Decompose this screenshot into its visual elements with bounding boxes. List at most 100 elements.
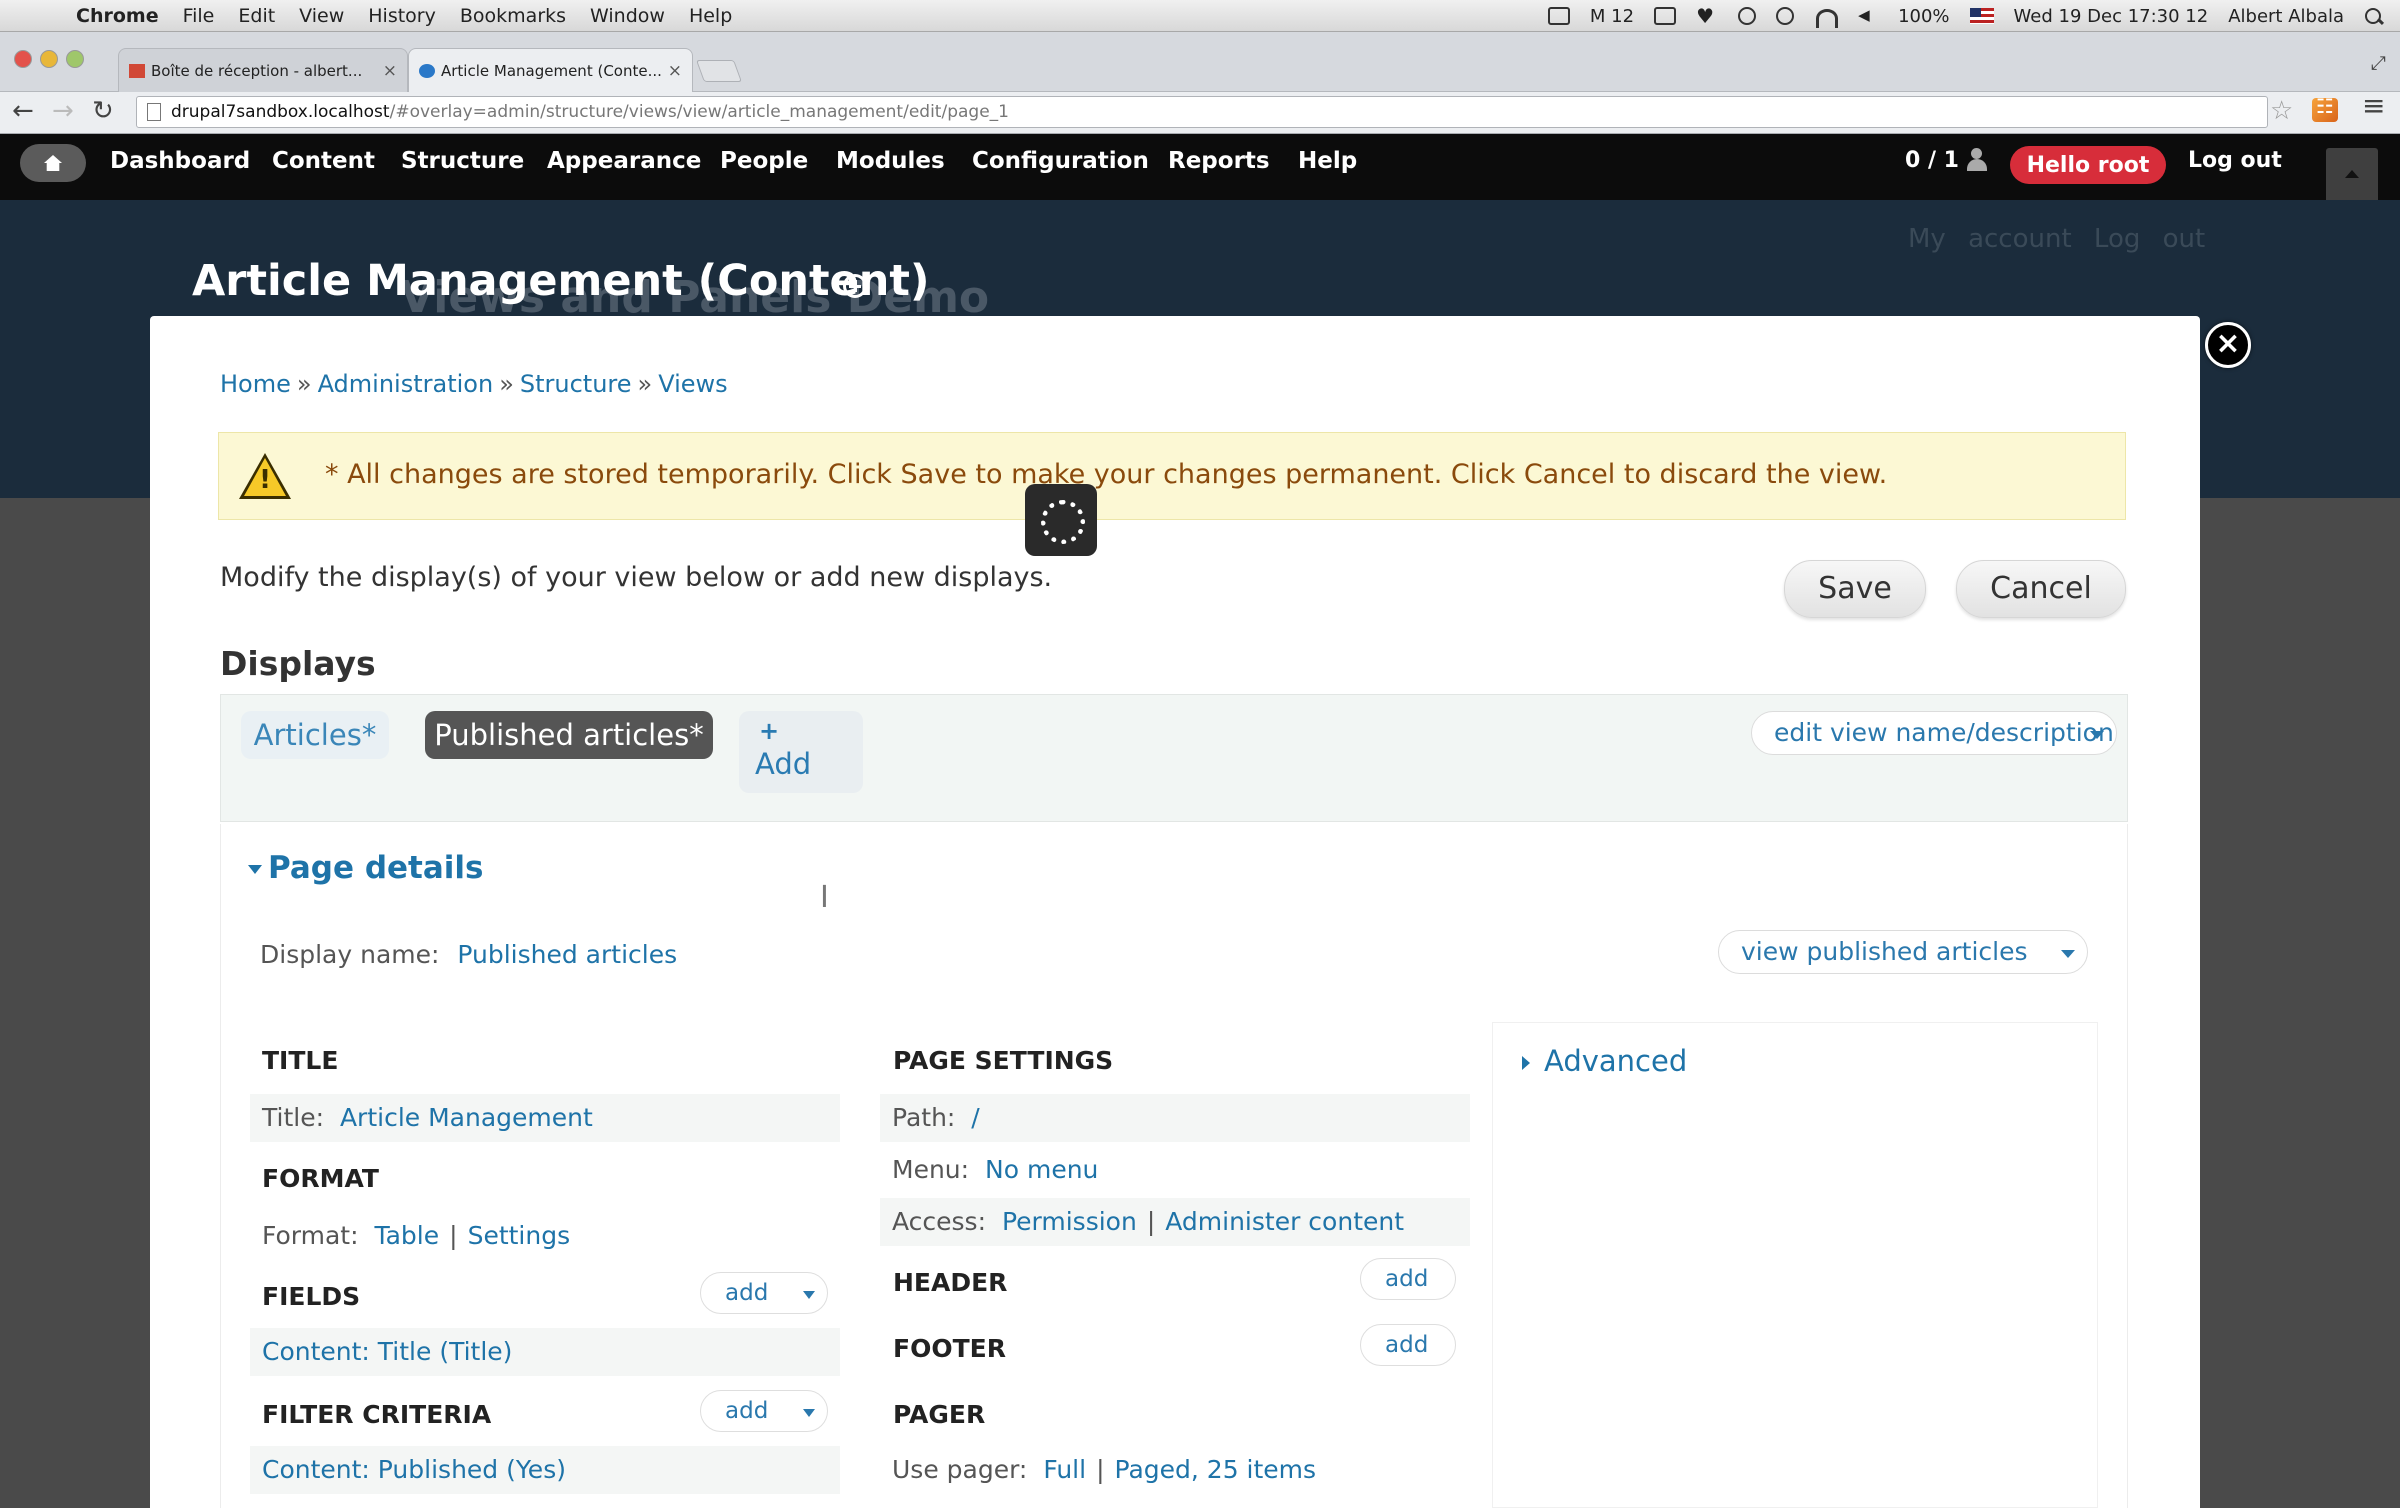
toolbar-configuration[interactable]: Configuration bbox=[972, 148, 1149, 174]
shortcut-count[interactable]: 0 / 1 bbox=[1905, 148, 1959, 173]
format-settings-link[interactable]: Settings bbox=[468, 1221, 571, 1250]
screen-recorder-icon[interactable] bbox=[1547, 7, 1570, 25]
cancel-button[interactable]: Cancel bbox=[1956, 560, 2126, 618]
rss-extension-icon[interactable] bbox=[2312, 94, 2338, 122]
add-display-button[interactable]: + Add bbox=[739, 711, 863, 793]
toolbar-logout[interactable]: Log out bbox=[2188, 148, 2282, 173]
address-bar[interactable]: drupal7sandbox.localhost/#overlay=admin/… bbox=[136, 96, 2268, 128]
fields-row: Content: Title (Title) bbox=[250, 1328, 840, 1376]
title-link[interactable]: Article Management bbox=[340, 1103, 593, 1132]
toolbar-modules[interactable]: Modules bbox=[836, 148, 945, 174]
window-minimize-icon[interactable] bbox=[40, 50, 58, 68]
bluetooth-icon[interactable] bbox=[1776, 7, 1795, 25]
advanced-toggle[interactable]: Advanced bbox=[1522, 1044, 1687, 1078]
displays-heading: Displays bbox=[220, 644, 376, 683]
back-icon[interactable]: ← bbox=[12, 96, 34, 126]
toolbar-help[interactable]: Help bbox=[1298, 148, 1357, 174]
users-online-icon bbox=[1967, 148, 1995, 174]
page-settings-section-heading: PAGE SETTINGS bbox=[893, 1046, 1114, 1075]
grid-icon[interactable] bbox=[1654, 7, 1677, 25]
header-add-label: add bbox=[1385, 1266, 1429, 1292]
toolbar-dashboard[interactable]: Dashboard bbox=[110, 148, 250, 174]
page-details-toggle[interactable]: Page details bbox=[248, 850, 483, 886]
view-published-articles-dropdown[interactable]: view published articles bbox=[1718, 930, 2088, 974]
bookmark-star-icon[interactable]: ☆ bbox=[2270, 96, 2293, 126]
volume-icon[interactable] bbox=[1856, 6, 1878, 25]
toolbar-people[interactable]: People bbox=[720, 148, 808, 174]
edit-view-name-dropdown[interactable]: edit view name/description bbox=[1751, 711, 2117, 755]
heart-icon[interactable] bbox=[1696, 4, 1718, 28]
display-tab-articles[interactable]: Articles* bbox=[241, 711, 389, 759]
warning-icon bbox=[239, 453, 291, 499]
breadcrumb-administration[interactable]: Administration bbox=[318, 370, 494, 398]
chrome-menu-icon[interactable] bbox=[2362, 89, 2385, 122]
fields-add-label: add bbox=[725, 1280, 769, 1306]
title-section-heading: TITLE bbox=[262, 1046, 339, 1075]
menu-user[interactable]: Albert Albala bbox=[2228, 6, 2344, 27]
pager-full-link[interactable]: Full bbox=[1043, 1455, 1086, 1484]
menu-clock[interactable]: Wed 19 Dec 17:30 12 bbox=[2014, 6, 2209, 27]
menu-help[interactable]: Help bbox=[689, 5, 732, 27]
filter-content-published-link[interactable]: Content: Published (Yes) bbox=[262, 1455, 566, 1484]
menu-bookmarks[interactable]: Bookmarks bbox=[460, 5, 566, 27]
mail-badge[interactable]: M 12 bbox=[1590, 6, 1634, 27]
footer-add-label: add bbox=[1385, 1332, 1429, 1358]
toolbar-appearance[interactable]: Appearance bbox=[547, 148, 701, 174]
spotlight-icon[interactable] bbox=[2364, 7, 2386, 25]
overlay-title: Article Management (Content) bbox=[192, 256, 930, 306]
menu-file[interactable]: File bbox=[183, 5, 215, 27]
text-cursor-icon: I bbox=[820, 880, 829, 915]
window-close-icon[interactable] bbox=[14, 50, 32, 68]
fullscreen-icon[interactable]: ⤢ bbox=[2371, 52, 2386, 74]
wifi-icon[interactable] bbox=[1814, 7, 1839, 28]
tab-close-icon[interactable]: × bbox=[383, 61, 397, 81]
toolbar-content[interactable]: Content bbox=[272, 148, 375, 174]
access-administer-content-link[interactable]: Administer content bbox=[1165, 1207, 1404, 1236]
title-row: Title: Article Management bbox=[250, 1094, 840, 1142]
chevron-down-icon bbox=[803, 1291, 815, 1299]
overlay-close-button[interactable]: × bbox=[2205, 322, 2251, 368]
footer-section-heading: FOOTER bbox=[893, 1334, 1006, 1363]
filter-add-dropdown[interactable]: add bbox=[700, 1390, 828, 1432]
field-content-title-link[interactable]: Content: Title (Title) bbox=[262, 1337, 512, 1366]
page-details-label: Page details bbox=[268, 850, 484, 886]
tab-article-management[interactable]: Article Management (Conte... × bbox=[408, 48, 693, 92]
menu-history[interactable]: History bbox=[368, 5, 436, 27]
breadcrumb-structure[interactable]: Structure bbox=[520, 370, 632, 398]
save-button[interactable]: Save bbox=[1784, 560, 1926, 618]
header-add-button[interactable]: add bbox=[1360, 1258, 1456, 1300]
path-link[interactable]: / bbox=[971, 1103, 979, 1132]
menu-link[interactable]: No menu bbox=[985, 1155, 1098, 1184]
menu-app-chrome[interactable]: Chrome bbox=[76, 5, 159, 27]
toolbar-reports[interactable]: Reports bbox=[1168, 148, 1270, 174]
window-zoom-icon[interactable] bbox=[66, 50, 84, 68]
toolbar-drawer-toggle[interactable] bbox=[2326, 148, 2378, 200]
tab-close-icon[interactable]: × bbox=[668, 61, 682, 81]
breadcrumb-separator: » bbox=[637, 370, 653, 398]
menu-window[interactable]: Window bbox=[590, 5, 665, 27]
display-name-link[interactable]: Published articles bbox=[457, 940, 677, 969]
new-tab-button[interactable] bbox=[695, 60, 743, 82]
toolbar-structure[interactable]: Structure bbox=[401, 148, 524, 174]
format-table-link[interactable]: Table bbox=[374, 1221, 439, 1250]
tab-inbox[interactable]: Boîte de réception - albert... × bbox=[118, 48, 408, 92]
display-tab-published-articles[interactable]: Published articles* bbox=[425, 711, 713, 759]
fields-add-dropdown[interactable]: add bbox=[700, 1272, 828, 1314]
access-permission-link[interactable]: Permission bbox=[1002, 1207, 1137, 1236]
pager-paged-link[interactable]: Paged, 25 items bbox=[1115, 1455, 1317, 1484]
breadcrumb-home[interactable]: Home bbox=[220, 370, 291, 398]
clock-icon[interactable] bbox=[1738, 7, 1757, 25]
breadcrumb-views[interactable]: Views bbox=[658, 370, 727, 398]
add-shortcut-icon[interactable] bbox=[843, 274, 867, 298]
menu-edit[interactable]: Edit bbox=[238, 5, 275, 27]
display-name-row: Display name: Published articles bbox=[260, 940, 677, 969]
filter-criteria-section-heading: FILTER CRITERIA bbox=[262, 1400, 492, 1429]
battery-status[interactable]: 100% bbox=[1898, 6, 1949, 27]
menu-view[interactable]: View bbox=[299, 5, 344, 27]
hello-user-badge[interactable]: Hello root bbox=[2010, 146, 2166, 184]
footer-add-button[interactable]: add bbox=[1360, 1324, 1456, 1366]
forward-icon[interactable]: → bbox=[52, 96, 74, 126]
home-button[interactable] bbox=[20, 144, 86, 182]
reload-icon[interactable]: ↻ bbox=[92, 96, 114, 126]
input-source-flag-icon[interactable] bbox=[1969, 8, 1994, 24]
